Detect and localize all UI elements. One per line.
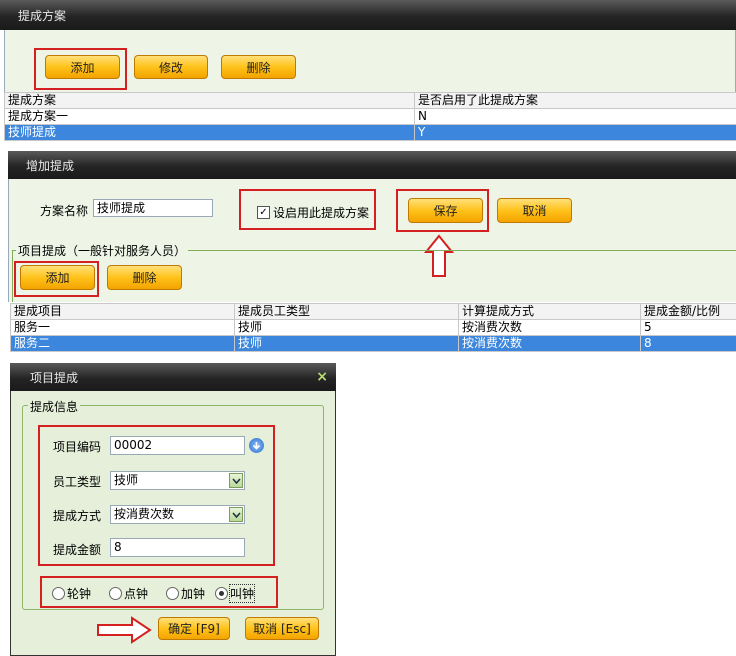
- item-commission-group-title: 项目提成（一般针对服务人员）: [16, 242, 189, 259]
- item-delete-button[interactable]: 删除: [107, 265, 182, 290]
- scheme-name-cell: 提成方案一: [4, 108, 415, 125]
- scheme-panel-titlebar: 提成方案: [0, 0, 736, 30]
- highlight-item-add: [14, 261, 99, 297]
- item-cell: 服务一: [10, 319, 235, 336]
- scheme-edit-button[interactable]: 修改: [134, 55, 208, 79]
- scheme-name-label: 方案名称: [40, 204, 89, 218]
- scheme-delete-button-label: 删除: [246, 60, 271, 75]
- scheme-enabled-cell: N: [414, 108, 736, 125]
- right-arrow-icon: [97, 616, 152, 644]
- item-col-method-header: 计算提成方式: [458, 303, 641, 320]
- highlight-enable-checkbox: [239, 189, 376, 230]
- item-table-header: 提成项目 提成员工类型 计算提成方式 提成金额/比例: [10, 303, 736, 320]
- close-icon[interactable]: ×: [316, 369, 328, 385]
- item-table-row[interactable]: 服务一 技师 按消费次数 5: [10, 319, 736, 336]
- cancel-button[interactable]: 取消: [497, 198, 572, 223]
- item-col-type-header: 提成员工类型: [234, 303, 459, 320]
- item-table-row-selected[interactable]: 服务二 技师 按消费次数 8: [10, 335, 736, 352]
- item-delete-button-label: 删除: [132, 271, 157, 285]
- scheme-delete-button[interactable]: 删除: [221, 55, 296, 79]
- item-col-amount-header: 提成金额/比例: [640, 303, 736, 320]
- scheme-name-input[interactable]: 技师提成: [93, 199, 213, 217]
- scheme-name-cell: 技师提成: [4, 124, 415, 141]
- scheme-table: 提成方案 是否启用了此提成方案 提成方案一 N 技师提成 Y: [4, 92, 736, 141]
- method-cell: 按消费次数: [458, 319, 641, 336]
- scheme-col-enabled-header: 是否启用了此提成方案: [414, 92, 736, 109]
- ok-button[interactable]: 确定 [F9]: [158, 617, 230, 640]
- scheme-table-header: 提成方案 是否启用了此提成方案: [4, 92, 736, 109]
- scheme-table-row[interactable]: 提成方案一 N: [4, 108, 736, 125]
- method-cell: 按消费次数: [458, 335, 641, 352]
- scheme-col-name-header: 提成方案: [4, 92, 415, 109]
- item-table: 提成项目 提成员工类型 计算提成方式 提成金额/比例 服务一 技师 按消费次数 …: [10, 303, 736, 352]
- type-cell: 技师: [234, 319, 459, 336]
- scheme-table-row-selected[interactable]: 技师提成 Y: [4, 124, 736, 141]
- amount-cell: 8: [640, 335, 736, 352]
- cancel-button-label: 取消: [522, 204, 547, 218]
- dialog-cancel-button-label: 取消 [Esc]: [253, 622, 311, 636]
- ok-button-label: 确定 [F9]: [168, 622, 220, 636]
- dialog-cancel-button[interactable]: 取消 [Esc]: [245, 617, 319, 640]
- highlight-save: [396, 189, 489, 232]
- dialog-info-group-title: 提成信息: [28, 398, 81, 415]
- highlight-dialog-fields: [38, 425, 275, 566]
- highlight-radios: [40, 576, 278, 608]
- item-col-item-header: 提成项目: [10, 303, 235, 320]
- dialog-title: 项目提成: [30, 370, 79, 385]
- scheme-edit-button-label: 修改: [158, 60, 183, 75]
- highlight-scheme-add: [34, 48, 127, 90]
- type-cell: 技师: [234, 335, 459, 352]
- scheme-panel-title: 提成方案: [18, 8, 67, 23]
- dialog-titlebar: 项目提成 ×: [10, 363, 336, 391]
- add-panel-titlebar: 增加提成: [8, 151, 736, 179]
- scheme-enabled-cell: Y: [414, 124, 736, 141]
- add-panel-title: 增加提成: [26, 158, 75, 173]
- amount-cell: 5: [640, 319, 736, 336]
- item-cell: 服务二: [10, 335, 235, 352]
